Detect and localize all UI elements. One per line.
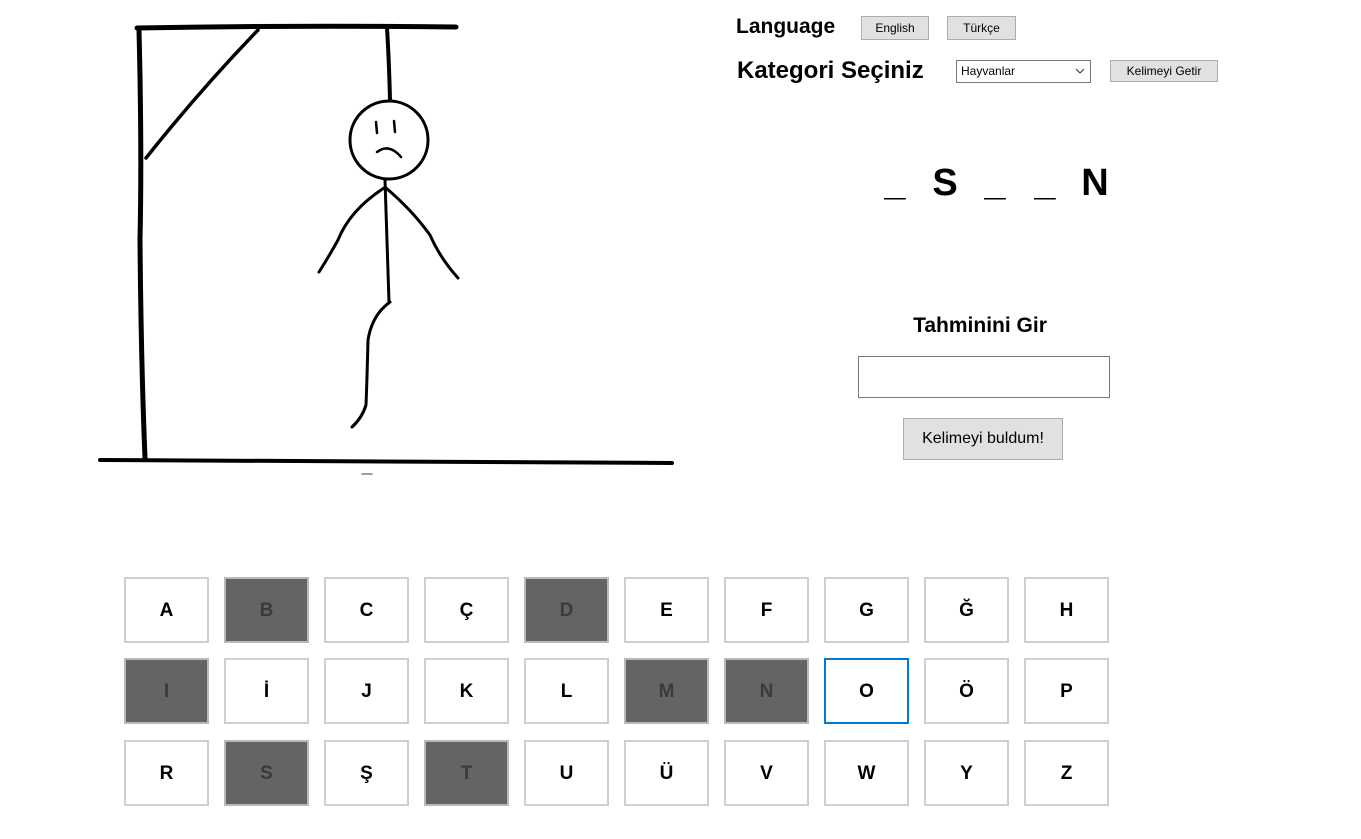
letter-button[interactable]: I [124, 658, 209, 724]
word-letter-slot: N [1081, 162, 1109, 204]
word-letter-slot: S [932, 162, 958, 204]
left-arm [317, 186, 386, 274]
turkish-button[interactable]: Türkçe [947, 16, 1016, 40]
letter-button[interactable]: Z [1024, 740, 1109, 806]
word-letter-slot: _ [884, 162, 906, 204]
gallows-beam [134, 23, 459, 31]
hangman-drawing [98, 23, 674, 475]
category-selected-value: Hayvanlar [961, 64, 1016, 78]
head [348, 99, 430, 181]
gallows-brace [144, 28, 260, 160]
letter-button[interactable]: O [824, 658, 909, 724]
letter-button[interactable]: W [824, 740, 909, 806]
letter-button[interactable]: Ç [424, 577, 509, 643]
letter-button[interactable]: A [124, 577, 209, 643]
letter-button[interactable]: R [124, 740, 209, 806]
letter-button[interactable]: B [224, 577, 309, 643]
right-eye [392, 119, 397, 134]
category-select[interactable]: Hayvanlar [956, 60, 1091, 83]
gallows-ground [98, 458, 674, 465]
letter-button[interactable]: V [724, 740, 809, 806]
category-label: Kategori Seçiniz [737, 57, 924, 84]
letter-button[interactable]: Ö [924, 658, 1009, 724]
letter-button[interactable]: N [724, 658, 809, 724]
left-leg [350, 300, 392, 429]
letter-button[interactable]: L [524, 658, 609, 724]
chevron-down-icon [1075, 68, 1085, 74]
letter-button[interactable]: U [524, 740, 609, 806]
letter-button[interactable]: Y [924, 740, 1009, 806]
letter-button[interactable]: Ü [624, 740, 709, 806]
english-button[interactable]: English [861, 16, 929, 40]
letter-button[interactable]: K [424, 658, 509, 724]
word-found-button[interactable]: Kelimeyi buldum! [903, 418, 1063, 460]
letter-button[interactable]: S [224, 740, 309, 806]
guess-label: Tahminini Gir [913, 314, 1047, 337]
letter-button[interactable]: E [624, 577, 709, 643]
guess-input[interactable] [858, 356, 1110, 398]
letter-button[interactable]: D [524, 577, 609, 643]
letter-button[interactable]: J [324, 658, 409, 724]
language-label: Language [736, 15, 836, 38]
letter-button[interactable]: M [624, 658, 709, 724]
letter-button[interactable]: T [424, 740, 509, 806]
word-letter-slot: _ [1034, 162, 1056, 204]
letter-button[interactable]: İ [224, 658, 309, 724]
word-display: _ S _ _ N [870, 158, 1120, 208]
letter-button[interactable]: F [724, 577, 809, 643]
letter-button[interactable]: H [1024, 577, 1109, 643]
left-eye [374, 120, 379, 135]
letter-button[interactable]: Ğ [924, 577, 1009, 643]
right-arm [384, 186, 460, 280]
frown-mouth [375, 147, 403, 159]
rope [385, 26, 392, 102]
letter-button[interactable]: G [824, 577, 909, 643]
torso [383, 178, 391, 304]
letter-button[interactable]: P [1024, 658, 1109, 724]
letter-button[interactable]: Ş [324, 740, 409, 806]
word-letter-slot: _ [984, 162, 1006, 204]
get-word-button[interactable]: Kelimeyi Getir [1110, 60, 1218, 82]
gallows-post [136, 27, 148, 461]
letter-button[interactable]: C [324, 577, 409, 643]
